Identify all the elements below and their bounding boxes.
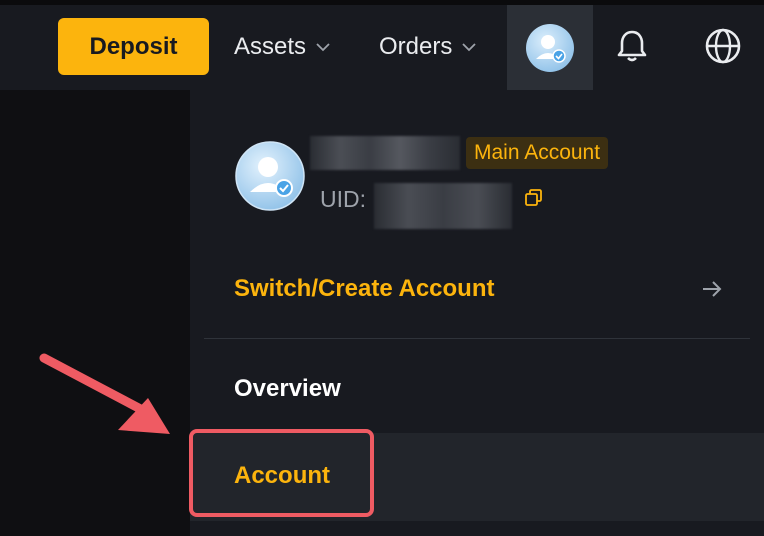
notifications-button[interactable]: [612, 26, 652, 66]
nav-orders[interactable]: Orders: [379, 22, 478, 72]
left-background: [0, 90, 190, 536]
language-button[interactable]: [703, 26, 743, 66]
pointer-arrow-annotation: [39, 353, 170, 434]
switch-create-account-label: Switch/Create Account: [234, 275, 495, 302]
highlight-annotation-box: [189, 429, 374, 517]
nav-assets-label: Assets: [234, 33, 307, 60]
arrow-right-icon: [703, 281, 722, 297]
nav-assets[interactable]: Assets: [234, 22, 332, 72]
menu-divider: [204, 338, 750, 339]
main-account-badge: Main Account: [466, 137, 609, 169]
globe-icon: [705, 28, 741, 64]
nav-orders-label: Orders: [379, 33, 453, 60]
top-navigation-bar: Deposit Assets Orders: [0, 0, 764, 90]
uid-label: UID:: [320, 186, 366, 212]
chevron-down-icon: [314, 38, 332, 56]
user-avatar-icon: [526, 23, 574, 72]
uid-value-redacted: [374, 183, 512, 229]
deposit-button[interactable]: Deposit: [58, 18, 209, 75]
switch-create-account-item[interactable]: Switch/Create Account: [234, 272, 724, 306]
copy-icon[interactable]: [524, 188, 544, 208]
bell-icon: [617, 30, 647, 62]
user-avatar-button[interactable]: [507, 5, 593, 90]
account-name-redacted: [310, 136, 460, 170]
menu-item-overview[interactable]: Overview: [234, 375, 341, 403]
top-strip: [0, 0, 764, 5]
chevron-down-icon: [460, 38, 478, 56]
profile-avatar-icon: [235, 141, 305, 211]
